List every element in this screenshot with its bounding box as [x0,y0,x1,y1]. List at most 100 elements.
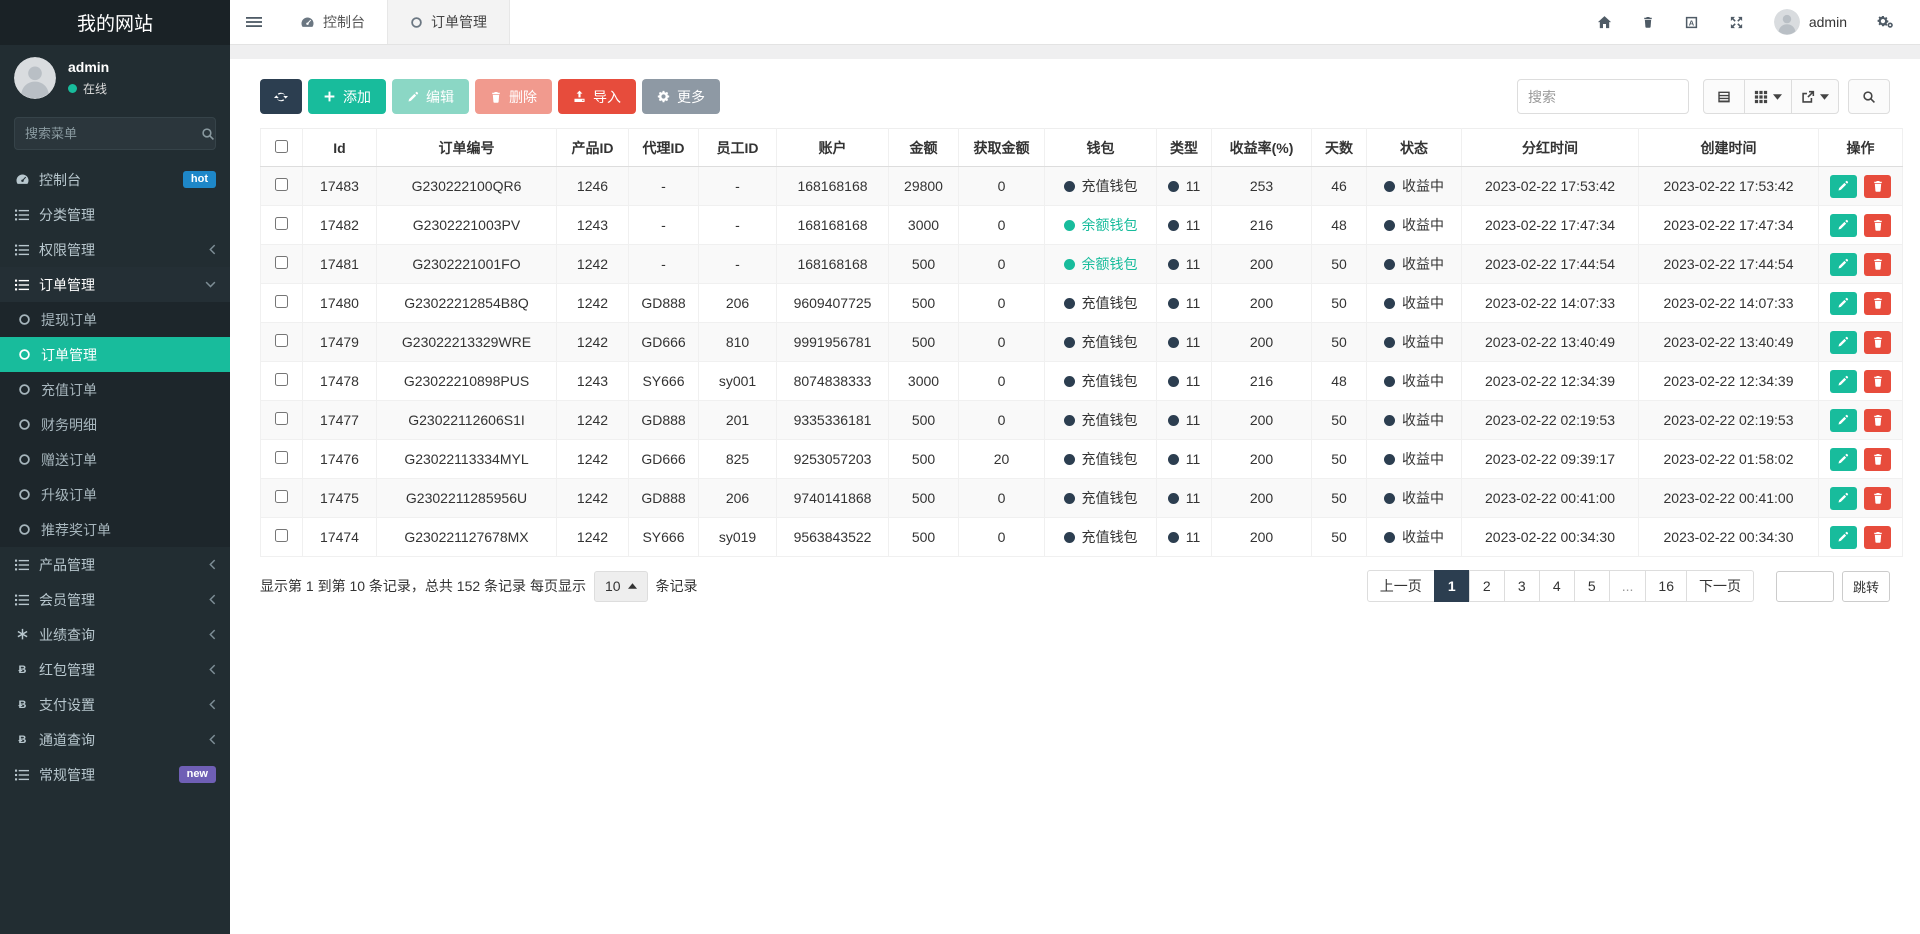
select-all-checkbox[interactable] [275,140,288,153]
row-edit-button[interactable] [1830,409,1857,432]
sidebar-item-orders[interactable]: 订单管理 [0,267,230,302]
row-checkbox[interactable] [275,256,288,269]
row-delete-button[interactable] [1864,214,1891,237]
row-delete-button[interactable] [1864,175,1891,198]
row-delete-button[interactable] [1864,253,1891,276]
column-header[interactable]: 创建时间 [1639,129,1819,167]
row-checkbox[interactable] [275,529,288,542]
sidebar-toggle-button[interactable] [230,0,278,44]
row-delete-button[interactable] [1864,292,1891,315]
row-checkbox[interactable] [275,451,288,464]
add-button[interactable]: 添加 [308,79,386,114]
row-delete-button[interactable] [1864,409,1891,432]
toggle-view-button[interactable] [1703,79,1745,114]
sidebar-item-category[interactable]: 分类管理 [0,197,230,232]
row-edit-button[interactable] [1830,253,1857,276]
page-jump-input[interactable] [1776,571,1834,602]
fullscreen-icon[interactable] [1729,15,1744,30]
sidebar-item-performance[interactable]: 业绩查询 [0,617,230,652]
column-header[interactable]: 钱包 [1045,129,1157,167]
settings-gears-icon[interactable] [1877,15,1894,29]
column-header[interactable]: 状态 [1367,129,1462,167]
row-edit-button[interactable] [1830,292,1857,315]
delete-button[interactable]: 删除 [475,79,552,114]
column-header[interactable]: 订单编号 [377,129,557,167]
row-delete-button[interactable] [1864,487,1891,510]
sidebar-item-products[interactable]: 产品管理 [0,547,230,582]
import-button[interactable]: 导入 [558,79,636,114]
more-button[interactable]: 更多 [642,79,720,114]
export-button[interactable] [1791,79,1839,114]
row-edit-button[interactable] [1830,331,1857,354]
row-checkbox[interactable] [275,412,288,425]
column-header[interactable]: 产品ID [557,129,629,167]
table-search-input[interactable] [1517,79,1689,114]
row-delete-button[interactable] [1864,331,1891,354]
row-delete-button[interactable] [1864,448,1891,471]
column-header[interactable]: Id [303,129,377,167]
sidebar-item-permission[interactable]: 权限管理 [0,232,230,267]
home-icon[interactable] [1597,15,1612,30]
cell-id: 17483 [303,167,377,206]
page-next[interactable]: 下一页 [1686,570,1754,602]
row-checkbox[interactable] [275,217,288,230]
column-header[interactable]: 操作 [1819,129,1903,167]
row-checkbox[interactable] [275,334,288,347]
row-checkbox[interactable] [275,178,288,191]
column-header[interactable]: 收益率(%) [1212,129,1312,167]
row-edit-button[interactable] [1830,448,1857,471]
column-header[interactable]: 金额 [889,129,959,167]
sidebar-subitem-gift-orders[interactable]: 赠送订单 [0,442,230,477]
sidebar-subitem-withdraw-orders[interactable]: 提现订单 [0,302,230,337]
row-edit-button[interactable] [1830,214,1857,237]
sidebar-item-channel[interactable]: Ƀ 通道查询 [0,722,230,757]
sidebar-subitem-recharge-orders[interactable]: 充值订单 [0,372,230,407]
page-jump-button[interactable]: 跳转 [1842,571,1890,602]
row-checkbox[interactable] [275,295,288,308]
page-prev[interactable]: 上一页 [1367,570,1435,602]
column-header[interactable]: 获取金额 [959,129,1045,167]
sidebar-subitem-finance-detail[interactable]: 财务明细 [0,407,230,442]
column-header[interactable]: 分红时间 [1462,129,1639,167]
page-2[interactable]: 2 [1469,570,1505,602]
column-header[interactable]: 类型 [1157,129,1212,167]
page-16[interactable]: 16 [1645,570,1687,602]
tab-order-management[interactable]: 订单管理 [387,0,510,44]
row-edit-button[interactable] [1830,370,1857,393]
sidebar-subitem-upgrade-orders[interactable]: 升级订单 [0,477,230,512]
refresh-icon [274,90,288,104]
sidebar-item-dashboard[interactable]: 控制台 hot [0,162,230,197]
row-edit-button[interactable] [1830,487,1857,510]
sidebar-item-general[interactable]: 常规管理 new [0,757,230,792]
sidebar-item-redpacket[interactable]: Ƀ 红包管理 [0,652,230,687]
row-delete-button[interactable] [1864,526,1891,549]
table-row: 17483G230222100QR61246--168168168298000 … [261,167,1903,206]
user-menu[interactable]: admin [1774,9,1847,35]
columns-button[interactable] [1744,79,1792,114]
column-header[interactable]: 员工ID [699,129,777,167]
column-header[interactable]: 天数 [1312,129,1367,167]
page-3[interactable]: 3 [1504,570,1540,602]
page-5[interactable]: 5 [1574,570,1610,602]
sidebar-search-input[interactable] [25,126,201,141]
row-edit-button[interactable] [1830,175,1857,198]
row-checkbox[interactable] [275,490,288,503]
trash-icon[interactable] [1642,16,1654,28]
edit-button[interactable]: 编辑 [392,79,469,114]
sidebar-item-payment[interactable]: Ƀ 支付设置 [0,687,230,722]
row-edit-button[interactable] [1830,526,1857,549]
sidebar-subitem-order-management[interactable]: 订单管理 [0,337,230,372]
page-1[interactable]: 1 [1434,570,1470,602]
sidebar-subitem-referral-orders[interactable]: 推荐奖订单 [0,512,230,547]
page-size-select[interactable]: 10 [594,571,648,602]
sidebar-item-members[interactable]: 会员管理 [0,582,230,617]
column-header[interactable]: 代理ID [629,129,699,167]
language-icon[interactable]: A [1684,15,1699,30]
page-4[interactable]: 4 [1539,570,1575,602]
row-delete-button[interactable] [1864,370,1891,393]
search-submit-button[interactable] [1848,79,1890,114]
row-checkbox[interactable] [275,373,288,386]
column-header[interactable]: 账户 [777,129,889,167]
refresh-button[interactable] [260,79,302,114]
tab-console[interactable]: 控制台 [278,0,387,44]
